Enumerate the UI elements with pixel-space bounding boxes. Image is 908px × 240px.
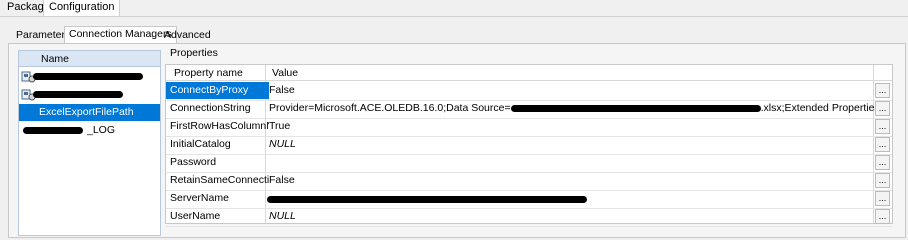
ellipsis-button[interactable]: ...: [875, 101, 890, 116]
redacted-name: [33, 91, 123, 98]
tab-configuration[interactable]: Configuration: [43, 0, 121, 16]
connection-managers-header: Name: [19, 51, 160, 67]
connection-manager-item[interactable]: [19, 68, 160, 85]
property-row-password[interactable]: Password ...: [166, 154, 892, 173]
property-row-firstrowhascolumnnames[interactable]: FirstRowHasColumnN... True ...: [166, 118, 892, 137]
connection-manager-item-log[interactable]: _LOG: [19, 122, 160, 139]
ellipsis-button[interactable]: ...: [875, 173, 890, 188]
properties-grid[interactable]: Property name Value ConnectByProxy False…: [165, 64, 893, 227]
tab-advanced[interactable]: Advanced: [160, 28, 215, 43]
connection-managers-list[interactable]: Name ExcelExportFilePath _LOG: [18, 50, 161, 236]
redacted-server-name: [267, 196, 587, 203]
ellipsis-button[interactable]: ...: [875, 155, 890, 170]
ellipsis-button[interactable]: ...: [875, 83, 890, 98]
connection-manager-item-excelexportfilepath[interactable]: ExcelExportFilePath: [19, 104, 160, 121]
properties-grid-header: Property name Value: [166, 65, 892, 81]
ellipsis-button[interactable]: ...: [875, 137, 890, 152]
property-row-connectionstring[interactable]: ConnectionString Provider=Microsoft.ACE.…: [166, 100, 892, 119]
tab-strip-divider: [0, 16, 908, 17]
property-name-header: Property name: [174, 67, 243, 79]
connection-manager-item[interactable]: [19, 86, 160, 103]
ellipsis-button[interactable]: ...: [875, 191, 890, 206]
redacted-name: [33, 73, 143, 80]
property-row-servername[interactable]: ServerName ...: [166, 190, 892, 209]
properties-title: Properties: [170, 47, 218, 59]
redacted-path: [510, 104, 761, 112]
redacted-name: [23, 127, 83, 134]
property-value-header: Value: [272, 67, 299, 79]
ellipsis-button[interactable]: ...: [875, 209, 890, 224]
ellipsis-button[interactable]: ...: [875, 119, 890, 134]
property-row-connectbyproxy[interactable]: ConnectByProxy False ...: [166, 82, 892, 101]
property-row-initialcatalog[interactable]: InitialCatalog NULL ...: [166, 136, 892, 155]
property-row-username[interactable]: UserName NULL ...: [166, 208, 892, 227]
property-row-retainsameconnection[interactable]: RetainSameConnection False ...: [166, 172, 892, 191]
